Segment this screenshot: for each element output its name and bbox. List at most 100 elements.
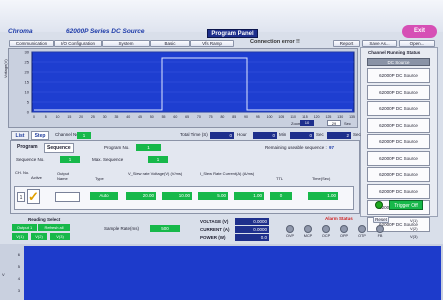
x-tick-label: 100	[267, 115, 273, 119]
total-time-value[interactable]: 0	[210, 132, 234, 139]
alarm-led	[304, 225, 312, 233]
col-voltage: V_Slew rate Voltage(V) (V/ms)	[128, 171, 183, 176]
x-tick-label: 0	[33, 115, 35, 119]
exit-button[interactable]: Exit	[402, 25, 437, 38]
alarm-indicator: OVP	[282, 225, 298, 238]
page-value[interactable]: 29	[327, 120, 341, 126]
communication-button[interactable]: Communication	[9, 40, 54, 47]
channel-list-item[interactable]: 62000P DC Source	[367, 150, 430, 166]
row-current[interactable]: 5.00	[198, 192, 228, 200]
alarm-indicator: OCP	[318, 225, 334, 238]
max-sequence-value[interactable]: 1	[148, 156, 168, 163]
tab-sequence[interactable]: Sequence	[44, 143, 74, 153]
alarm-reset-button[interactable]: Reset	[373, 216, 389, 223]
channel-list-item[interactable]: 62000P DC Source	[367, 84, 430, 100]
alarm-label: OTP	[358, 234, 366, 238]
scale-value[interactable]: 10	[300, 120, 314, 126]
save-as-button[interactable]: Save As...	[362, 40, 397, 47]
sec-value[interactable]: 2	[327, 132, 351, 139]
row-i-slew[interactable]: 1.00	[234, 192, 264, 200]
io-configuration-button[interactable]: I/O Configuration	[54, 40, 102, 47]
channel-list-item[interactable]: 62000P DC Source	[367, 101, 430, 116]
x-tick-label: 115	[302, 115, 308, 119]
channel-list-item[interactable]: 62000P DC Source	[367, 68, 430, 83]
trigger-led	[375, 201, 383, 209]
channel-no-value[interactable]: 1	[77, 132, 91, 139]
alarm-led	[358, 225, 366, 233]
x-tick-label: 20	[79, 115, 83, 119]
alarm-label: MCP	[303, 234, 313, 238]
x-tick-label: 110	[290, 115, 296, 119]
x-tick-label: 25	[91, 115, 95, 119]
total-time-label: Total Time (S)	[180, 132, 208, 137]
row-v-slew[interactable]: 10.00	[162, 192, 192, 200]
alarm-indicator: OPP	[336, 225, 352, 238]
row-voltage[interactable]: 20.00	[126, 192, 156, 200]
x-tick-label: 45	[138, 115, 142, 119]
channel-list-item[interactable]: 62000P DC Source	[367, 134, 430, 149]
refresh-all-button[interactable]: Refresh all	[38, 224, 70, 231]
reading-chart: 6 5 4 3	[18, 246, 441, 300]
right-label-2: V(2)	[410, 226, 418, 231]
output-select[interactable]: Output 1	[12, 224, 37, 231]
x-tick-label: 125	[326, 115, 332, 119]
sequence-no-label: Sequence No.	[16, 157, 45, 162]
x-tick-label: 130	[337, 115, 343, 119]
trigger-off-button[interactable]: Trigger Off	[389, 200, 423, 210]
x-tick-label: 65	[185, 115, 189, 119]
alarm-indicator: MCP	[300, 225, 316, 238]
right-label-3: V(3)	[410, 234, 418, 239]
hour-value[interactable]: 0	[253, 132, 277, 139]
row-time[interactable]: 1.00	[308, 192, 338, 200]
x-tick-label: 85	[232, 115, 236, 119]
alarm-indicator: FB	[372, 225, 388, 238]
panel-title: Program Panel	[207, 29, 258, 38]
report-button[interactable]: Report	[333, 40, 360, 47]
vfs-ramp-button[interactable]: Vfs Ramp	[190, 40, 234, 47]
col-current: I_Slew Rate Current(A) (A/ms)	[200, 171, 255, 176]
x-tick-label: 55	[162, 115, 166, 119]
channel-list-item[interactable]: 62000P DC Source	[367, 117, 430, 133]
row-type-dropdown[interactable]: Auto	[90, 192, 118, 200]
reading-select-2[interactable]: V(2)	[31, 233, 47, 240]
row-active-checkbox[interactable]: ✓	[27, 189, 40, 204]
alarm-indicator: OTP	[354, 225, 370, 238]
min-value[interactable]: 0	[290, 132, 314, 139]
row-output-name[interactable]	[55, 192, 80, 202]
voltage-reading-value: 0.0000	[235, 218, 269, 225]
y-tick-label: 0	[27, 110, 30, 115]
y-tick-label: 30	[25, 50, 30, 55]
channel-select-dropdown[interactable]: DC Source	[367, 58, 430, 66]
reading-y-tick-label: 5	[18, 264, 21, 269]
row-ch-no: 1	[17, 192, 25, 202]
x-tick-label: 135	[349, 115, 355, 119]
program-no-value[interactable]: 1	[136, 144, 161, 151]
sequence-no-value[interactable]: 1	[60, 156, 80, 163]
channel-list-item[interactable]: 62000P DC Source	[367, 167, 430, 182]
col-output-name: Output Name	[57, 171, 70, 181]
sample-rate-value[interactable]: 500	[150, 225, 180, 232]
open-button[interactable]: Open...	[399, 40, 435, 47]
remaining-label: Remaining useable sequence :	[265, 145, 327, 150]
tab-list[interactable]: List	[11, 131, 29, 140]
x-tick-label: 40	[126, 115, 130, 119]
hour-label: Hour	[237, 132, 247, 137]
x-tick-label: 15	[67, 115, 71, 119]
reading-y-tick-label: 6	[18, 252, 21, 257]
reading-select-1[interactable]: V(1)	[12, 233, 28, 240]
voltage-axis-label: Voltage(V)	[3, 59, 8, 78]
basic-button[interactable]: Basic	[150, 40, 190, 47]
tab-step[interactable]: Step	[31, 131, 49, 140]
max-sequence-label: Max. Sequence	[92, 157, 124, 162]
col-ttl: TTL	[276, 176, 284, 181]
series-title: 62000P Series DC Source	[66, 28, 145, 35]
reading-select-3[interactable]: V(3)	[50, 233, 70, 240]
system-button[interactable]: System	[102, 40, 150, 47]
sec-unit: Sec	[353, 132, 361, 137]
voltage-chart: 302520151050 0 5 10 15 20 25 30 35 40 45 50 55 60 65 7…	[25, 50, 355, 119]
channel-list-item[interactable]: 62000P DC Source	[367, 183, 430, 199]
x-tick-label: 120	[314, 115, 320, 119]
power-reading-value: 0.0	[235, 234, 269, 241]
tab-program[interactable]: Program	[17, 144, 38, 150]
row-ttl[interactable]: 0	[270, 192, 292, 200]
